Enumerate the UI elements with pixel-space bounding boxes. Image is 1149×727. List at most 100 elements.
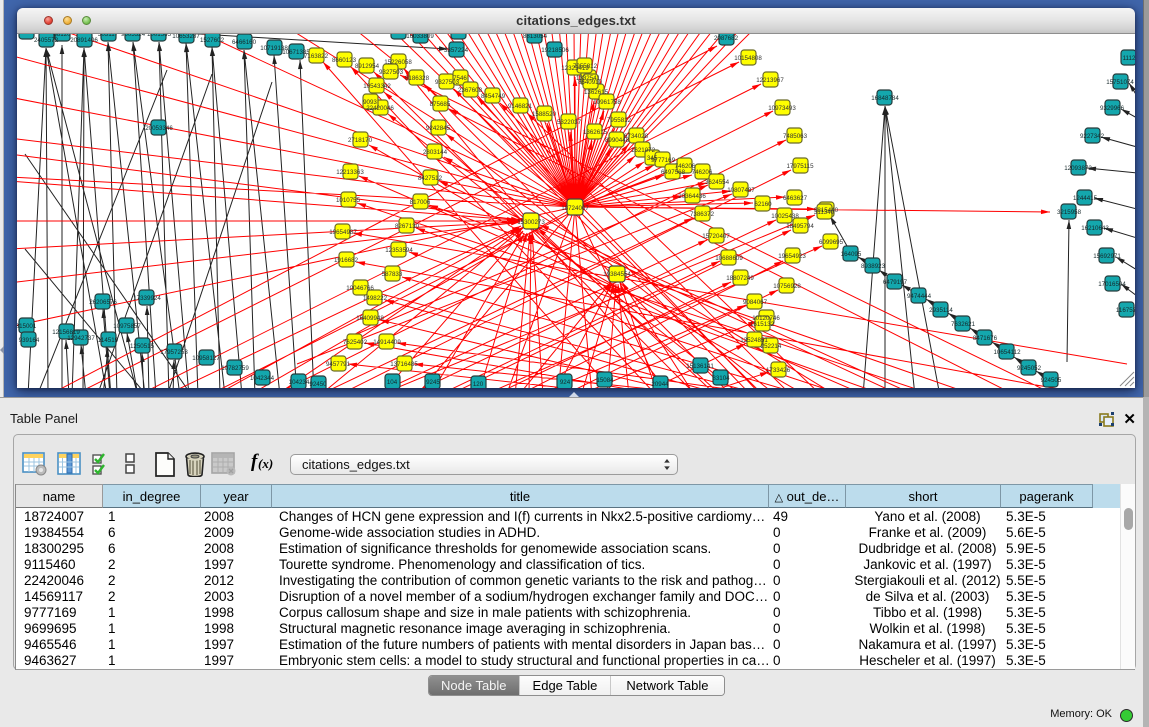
svg-text:98121: 98121 (449, 34, 467, 36)
svg-text:12213967: 12213967 (756, 77, 784, 84)
svg-text:6099695: 6099695 (819, 239, 844, 246)
svg-text:104234: 104234 (289, 379, 310, 386)
svg-text:12942737: 12942737 (67, 335, 95, 342)
svg-text:12093872: 12093872 (1064, 165, 1092, 172)
svg-text:1244415: 1244415 (1073, 195, 1098, 202)
svg-text:7546: 7546 (453, 75, 467, 82)
svg-text:8813054: 8813054 (523, 34, 548, 40)
svg-text:10654112: 10654112 (993, 349, 1021, 356)
svg-text:7955812: 7955812 (607, 117, 632, 124)
svg-text:9084067: 9084067 (743, 299, 768, 306)
svg-text:8454749: 8454749 (481, 93, 506, 100)
svg-text:1588520: 1588520 (532, 111, 557, 118)
svg-text:2803144: 2803144 (423, 149, 448, 156)
svg-text:6463627: 6463627 (783, 195, 808, 202)
svg-text:252214: 252214 (761, 343, 782, 350)
svg-text:9093: 9093 (363, 99, 377, 106)
svg-text:10961758: 10961758 (593, 99, 621, 106)
svg-text:62160: 62160 (754, 201, 772, 208)
svg-text:1527602: 1527602 (200, 37, 225, 44)
svg-text:1042344: 1042344 (250, 375, 275, 382)
svg-text:92450: 92450 (309, 381, 327, 388)
svg-text:6734028: 6734028 (624, 133, 649, 140)
svg-text:10025438: 10025438 (771, 213, 799, 220)
svg-text:19654987: 19654987 (329, 229, 357, 236)
svg-text:104: 104 (387, 379, 398, 386)
svg-text:18807249: 18807249 (726, 275, 754, 282)
svg-text:924: 924 (560, 379, 571, 386)
svg-text:9329966: 9329966 (1100, 105, 1125, 112)
svg-text:1362615: 1362615 (584, 89, 609, 96)
svg-text:10975857: 10975857 (113, 323, 141, 330)
svg-text:12353594: 12353594 (385, 247, 413, 254)
svg-text:20364436: 20364436 (678, 193, 706, 200)
svg-text:1621072: 1621072 (631, 147, 656, 154)
svg-text:9227342: 9227342 (1080, 133, 1105, 140)
svg-text:15300273: 15300273 (517, 219, 545, 226)
svg-text:1362615: 1362615 (583, 129, 608, 136)
svg-text:15226058: 15226058 (384, 59, 412, 66)
svg-text:20944: 20944 (651, 381, 669, 388)
svg-text:116753: 116753 (1116, 307, 1135, 314)
svg-text:746206: 746206 (692, 169, 713, 176)
svg-text:7625402: 7625402 (343, 339, 368, 346)
svg-text:7386372: 7386372 (690, 211, 715, 218)
svg-text:7163822: 7163822 (304, 53, 329, 60)
svg-text:9242845: 9242845 (426, 125, 451, 132)
svg-text:6497568: 6497568 (661, 169, 686, 176)
svg-text:8471676: 8471676 (973, 335, 998, 342)
svg-text:10973493: 10973493 (768, 105, 796, 112)
svg-text:2718170: 2718170 (348, 137, 373, 144)
svg-text:6479197: 6479197 (883, 279, 908, 286)
svg-text:13716485: 13716485 (390, 361, 418, 368)
svg-text:1001565: 1001565 (147, 34, 172, 38)
svg-text:15136141: 15136141 (686, 363, 714, 370)
svg-text:19218506: 19218506 (541, 47, 569, 54)
svg-text:8660123: 8660123 (332, 57, 357, 64)
svg-text:12213363: 12213363 (336, 169, 364, 176)
svg-text:14914409: 14914409 (373, 339, 401, 346)
svg-text:18724007: 18724007 (561, 205, 589, 212)
svg-text:3357224: 3357224 (444, 47, 469, 54)
svg-text:587833: 587833 (382, 271, 403, 278)
svg-text:10688609: 10688609 (715, 255, 743, 262)
svg-text:16848784: 16848784 (871, 95, 899, 102)
svg-text:1916682: 1916682 (334, 257, 359, 264)
svg-text:26206576: 26206576 (89, 299, 117, 306)
svg-text:10543342: 10543342 (363, 83, 391, 90)
svg-text:10958127: 10958127 (192, 355, 220, 362)
svg-text:7955812: 7955812 (573, 63, 598, 70)
svg-text:15720407: 15720407 (702, 233, 730, 240)
svg-text:10046766: 10046766 (346, 285, 374, 292)
svg-text:120: 120 (473, 381, 484, 388)
svg-text:3215958: 3215958 (1057, 209, 1082, 216)
svg-text:15084: 15084 (596, 377, 614, 384)
svg-text:9474444: 9474444 (907, 293, 932, 300)
svg-text:9605324: 9605324 (121, 34, 146, 38)
svg-text:10653287: 10653287 (172, 34, 200, 40)
svg-text:2405572: 2405572 (34, 37, 59, 44)
svg-text:10154808: 10154808 (734, 55, 762, 62)
svg-text:16033809: 16033809 (406, 34, 434, 40)
svg-text:20891406: 20891406 (70, 37, 98, 44)
svg-text:10756928: 10756928 (773, 283, 801, 290)
svg-text:10807487: 10807487 (727, 187, 755, 194)
svg-text:1010755: 1010755 (336, 197, 361, 204)
svg-text:2935114: 2935114 (929, 307, 953, 314)
svg-text:8427512: 8427512 (418, 175, 443, 182)
svg-text:8938923: 8938923 (861, 263, 886, 270)
svg-text:875685: 875685 (430, 101, 451, 108)
svg-text:7632621: 7632621 (951, 321, 976, 328)
svg-text:2221: 2221 (19, 34, 33, 36)
svg-text:2367608: 2367608 (458, 87, 483, 94)
svg-text:6466160: 6466160 (232, 39, 257, 46)
svg-text:5322037: 5322037 (557, 119, 582, 126)
svg-text:3624554: 3624554 (705, 179, 730, 186)
svg-text:1112: 1112 (1123, 55, 1135, 62)
svg-text:9777169: 9777169 (651, 157, 676, 164)
svg-text:19654923: 19654923 (778, 253, 806, 260)
svg-text:817006: 817006 (410, 199, 431, 206)
svg-text:9457791: 9457791 (326, 361, 351, 368)
svg-text:114519: 114519 (98, 337, 119, 344)
svg-text:8640910: 8640910 (578, 79, 603, 86)
